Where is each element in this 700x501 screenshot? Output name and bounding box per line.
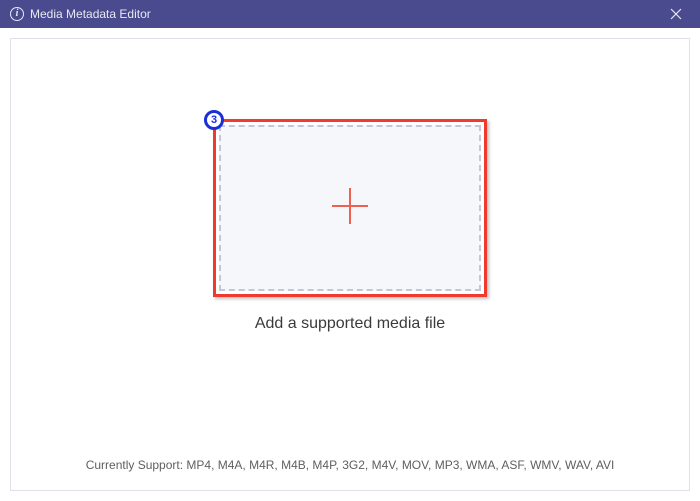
dropzone-caption: Add a supported media file	[255, 315, 445, 333]
drop-area-wrapper: 3	[213, 119, 487, 297]
info-icon: i	[10, 7, 24, 21]
close-button[interactable]	[662, 0, 690, 28]
title-left: i Media Metadata Editor	[10, 7, 151, 21]
window-title: Media Metadata Editor	[30, 7, 151, 21]
annotation-step-badge: 3	[204, 110, 224, 130]
add-media-dropzone[interactable]	[219, 125, 481, 291]
close-icon	[670, 8, 682, 20]
main-panel: 3 Add a supported media file Currently S…	[10, 38, 690, 491]
titlebar: i Media Metadata Editor	[0, 0, 700, 28]
plus-icon	[328, 184, 372, 233]
app-window: i Media Metadata Editor 3	[0, 0, 700, 501]
annotation-step-number: 3	[211, 115, 217, 126]
supported-formats-footer: Currently Support: MP4, M4A, M4R, M4B, M…	[11, 444, 689, 490]
